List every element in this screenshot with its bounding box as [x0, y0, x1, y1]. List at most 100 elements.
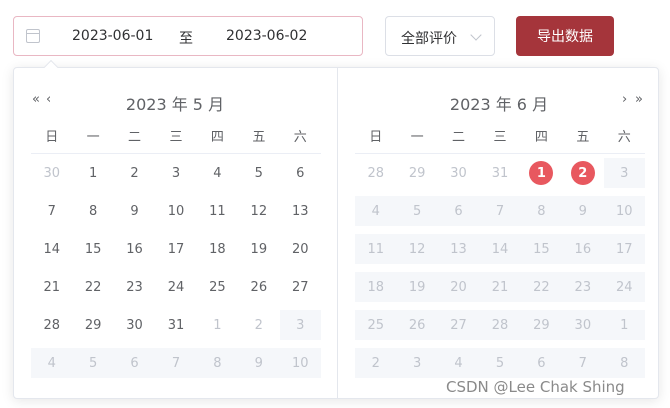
day-number: 30 — [43, 165, 60, 181]
weekday-label: 五 — [576, 130, 590, 145]
day-cell[interactable]: 6 — [280, 158, 321, 188]
next-year-icon[interactable]: » — [635, 92, 644, 107]
weekday-label: 六 — [293, 130, 307, 145]
day-cell[interactable]: 1 — [72, 158, 113, 188]
day-cell: 29 — [520, 310, 563, 340]
selected-day-cell[interactable]: 2 — [562, 158, 603, 188]
day-cell[interactable]: 30 — [438, 158, 479, 188]
day-cell[interactable]: 4 — [197, 158, 238, 188]
weekday-label: 二 — [452, 130, 466, 145]
date-range-input[interactable]: 2023-06-01 至 2023-06-02 — [13, 16, 363, 56]
day-cell[interactable]: 19 — [238, 234, 279, 264]
day-cell[interactable]: 31 — [479, 158, 520, 188]
day-number: 26 — [250, 279, 268, 295]
day-cell[interactable]: 14 — [31, 234, 72, 264]
day-number: 29 — [84, 317, 102, 333]
calendar-week-row: 11 12 13 14 15 16 17 — [355, 234, 645, 264]
day-number: 30 — [450, 165, 467, 181]
day-cell[interactable]: 25 — [197, 272, 238, 302]
weekday-label: 五 — [252, 130, 266, 145]
day-cell[interactable]: 10 — [155, 196, 196, 226]
day-cell[interactable]: 9 — [114, 196, 155, 226]
day-cell[interactable]: 30 — [31, 158, 72, 188]
day-cell: 12 — [396, 234, 438, 264]
day-number: 2 — [254, 317, 263, 333]
day-number: 5 — [412, 203, 422, 219]
selected-day-cell[interactable]: 1 — [521, 158, 562, 188]
day-cell[interactable]: 27 — [280, 272, 321, 302]
day-cell[interactable]: 15 — [72, 234, 113, 264]
day-number: 8 — [88, 203, 98, 219]
day-number: 25 — [209, 279, 226, 295]
end-date-field[interactable]: 2023-06-02 — [226, 28, 307, 44]
next-month-icon[interactable]: › — [622, 92, 628, 107]
day-cell[interactable]: 3 — [155, 158, 196, 188]
export-data-button[interactable]: 导出数据 — [516, 16, 614, 56]
day-cell[interactable]: 24 — [155, 272, 196, 302]
day-number: 5 — [495, 355, 505, 371]
rating-filter-select[interactable]: 全部评价 — [385, 16, 495, 56]
day-number: 28 — [43, 317, 60, 333]
day-number: 17 — [615, 241, 633, 257]
day-cell: 8 — [196, 348, 239, 378]
day-number: 15 — [84, 241, 102, 257]
day-cell: 7 — [562, 348, 604, 378]
day-cell[interactable]: 8 — [72, 196, 113, 226]
day-number: 14 — [491, 241, 509, 257]
day-cell[interactable]: 31 — [155, 310, 196, 340]
day-number: 26 — [408, 317, 426, 333]
day-number: 21 — [491, 279, 509, 295]
day-number: 11 — [209, 203, 226, 219]
day-number: 4 — [371, 203, 380, 219]
day-number: 19 — [408, 279, 426, 295]
day-cell[interactable]: 28 — [355, 158, 396, 188]
day-cell[interactable]: 1 — [197, 310, 238, 340]
day-number: 24 — [615, 279, 633, 295]
day-cell: 2 — [355, 348, 397, 378]
day-cell[interactable]: 21 — [31, 272, 72, 302]
day-number: 21 — [43, 279, 60, 295]
day-cell[interactable]: 5 — [238, 158, 279, 188]
day-cell[interactable]: 22 — [72, 272, 113, 302]
calendar-grid: 30 1 2 3 4 5 6 7 8 9 10 11 12 13 14 15 16 17 18 19 20 21 22 23 2… — [31, 158, 321, 386]
calendar-week-row: 4 5 6 7 8 9 10 — [355, 196, 645, 226]
day-cell[interactable]: 11 — [197, 196, 238, 226]
day-number: 20 — [450, 279, 467, 295]
day-cell[interactable]: 20 — [280, 234, 321, 264]
day-cell[interactable]: 29 — [72, 310, 113, 340]
calendar-panel-right: 2023 年 6 月 › » 日一二三四五六 28 29 30 31 1 2 3 4 5 6 7 8 9… — [338, 68, 660, 398]
day-cell[interactable]: 12 — [238, 196, 279, 226]
day-number: 1 — [529, 161, 554, 185]
day-cell: 3 — [396, 348, 438, 378]
day-number: 3 — [620, 165, 629, 181]
day-number: 2 — [570, 161, 595, 185]
day-number: 7 — [578, 355, 587, 371]
day-cell: 4 — [355, 196, 397, 226]
day-cell[interactable]: 7 — [31, 196, 72, 226]
day-cell: 17 — [603, 234, 645, 264]
day-cell[interactable]: 2 — [114, 158, 155, 188]
day-number: 9 — [578, 203, 587, 219]
day-cell[interactable]: 18 — [197, 234, 238, 264]
day-cell[interactable]: 2 — [238, 310, 279, 340]
day-number: 5 — [254, 165, 263, 181]
day-number: 6 — [296, 165, 305, 181]
day-cell: 11 — [355, 234, 397, 264]
start-date-field[interactable]: 2023-06-01 — [72, 28, 153, 44]
day-cell[interactable]: 13 — [280, 196, 321, 226]
calendar-icon — [26, 29, 40, 43]
day-cell[interactable]: 29 — [396, 158, 437, 188]
day-cell[interactable]: 16 — [114, 234, 155, 264]
weekday-label: 三 — [169, 130, 183, 145]
day-number: 28 — [367, 165, 384, 181]
day-cell[interactable]: 28 — [31, 310, 72, 340]
day-cell[interactable]: 30 — [114, 310, 155, 340]
day-cell: 10 — [603, 196, 645, 226]
day-cell: 20 — [437, 272, 480, 302]
day-cell[interactable]: 23 — [114, 272, 155, 302]
day-cell[interactable]: 17 — [155, 234, 196, 264]
calendar-week-row: 7 8 9 10 11 12 13 — [31, 196, 321, 226]
day-cell[interactable]: 26 — [238, 272, 279, 302]
calendar-title: 2023 年 6 月 — [449, 95, 549, 114]
day-cell: 7 — [479, 196, 521, 226]
